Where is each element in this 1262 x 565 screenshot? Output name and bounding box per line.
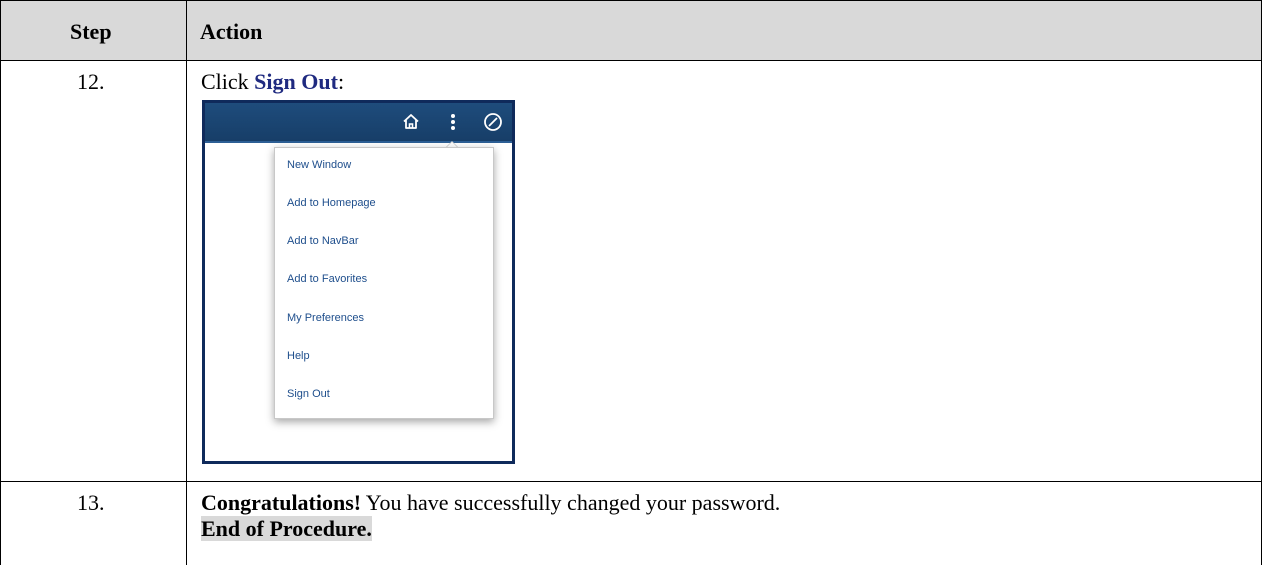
actions-menu: New Window Add to Homepage Add to NavBar…	[274, 147, 494, 419]
table-border-left	[0, 0, 1, 565]
row-divider	[0, 481, 1262, 482]
instruction-prefix: Click	[201, 69, 255, 94]
table-border-top	[0, 0, 1262, 1]
embedded-screenshot: New Window Add to Homepage Add to NavBar…	[202, 100, 515, 464]
menu-item-add-to-homepage[interactable]: Add to Homepage	[287, 196, 376, 210]
menu-item-add-to-navbar[interactable]: Add to NavBar	[287, 234, 359, 248]
table-header	[1, 1, 1261, 60]
completion-message: Congratulations! You have successfully c…	[201, 490, 780, 516]
procedure-table: Step Action 12. Click Sign Out: New Wind…	[0, 0, 1262, 565]
menu-item-add-to-favorites[interactable]: Add to Favorites	[287, 272, 367, 286]
toolbar-bottom-line	[205, 141, 512, 143]
instruction-suffix: :	[337, 69, 345, 94]
more-vertical-icon[interactable]	[441, 110, 465, 134]
menu-item-my-preferences[interactable]: My Preferences	[287, 311, 364, 325]
header-divider	[0, 60, 1262, 61]
header-action: Action	[200, 19, 263, 44]
end-of-procedure: End of Procedure.	[201, 516, 372, 542]
menu-item-help[interactable]: Help	[287, 349, 310, 363]
step-number: 12.	[77, 69, 105, 94]
compass-icon[interactable]	[481, 110, 505, 134]
app-toolbar	[205, 103, 512, 141]
instruction-text: Click Sign Out:	[201, 69, 344, 95]
congrats-text: Congratulations!	[201, 490, 362, 515]
column-divider	[186, 0, 187, 565]
sign-out-link[interactable]: Sign Out	[254, 69, 338, 94]
success-message: You have successfully changed your passw…	[361, 490, 781, 515]
step-number: 13.	[77, 490, 105, 515]
header-step: Step	[70, 19, 112, 44]
end-of-procedure-text: End of Procedure.	[201, 516, 372, 541]
home-icon[interactable]	[399, 110, 423, 134]
menu-item-new-window[interactable]: New Window	[287, 158, 351, 172]
menu-item-sign-out[interactable]: Sign Out	[287, 387, 330, 401]
